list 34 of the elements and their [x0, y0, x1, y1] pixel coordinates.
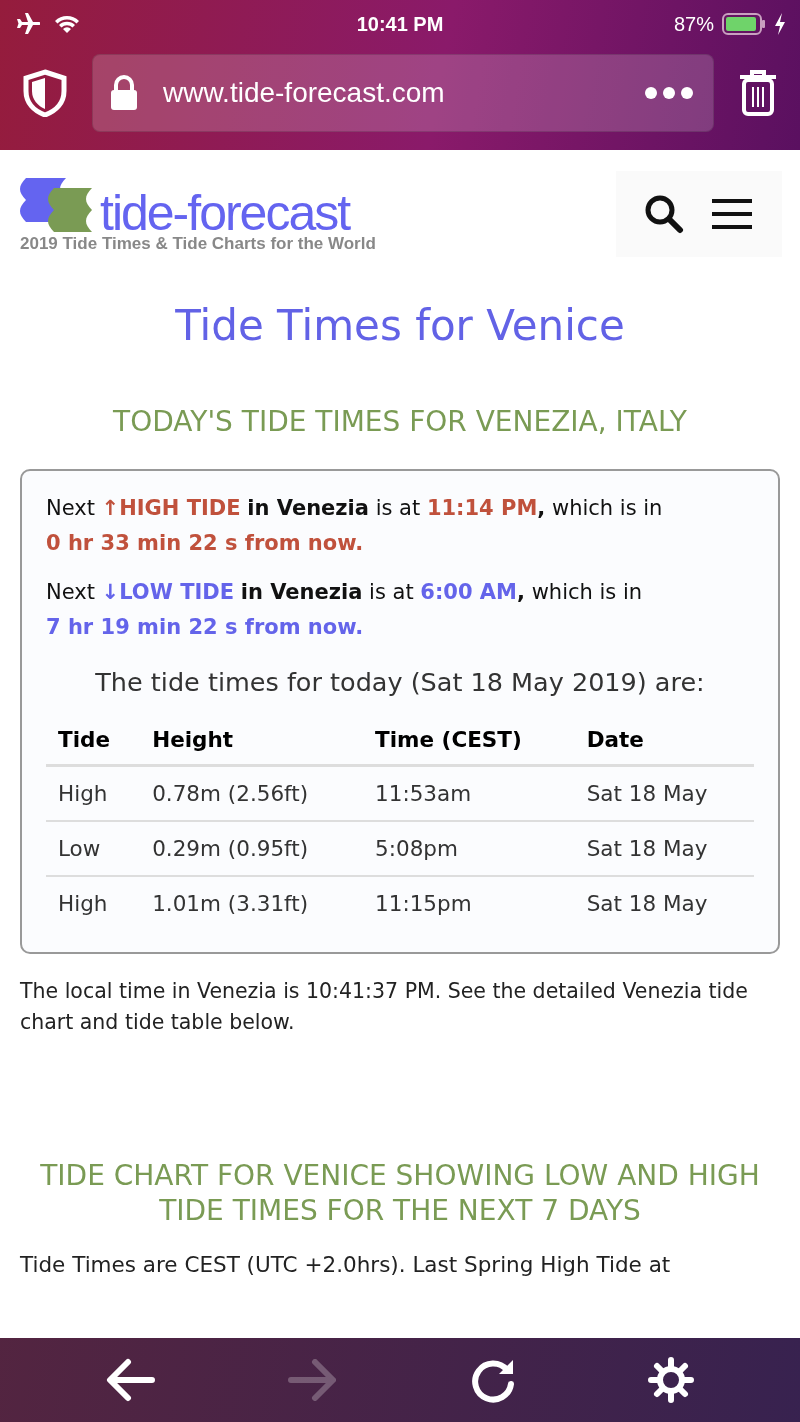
table-cell: Sat 18 May — [574, 876, 754, 930]
battery-icon — [722, 13, 766, 35]
lock-icon — [109, 75, 139, 111]
table-cell: 1.01m (3.31ft) — [140, 876, 364, 930]
next-tide-text: Next ↓LOW TIDE in Venezia is at 6:00 AM, which is in 7 hr 19 min 22 s from now. — [46, 579, 644, 641]
table-cell: 0.78m (2.56ft) — [140, 765, 364, 821]
airplane-icon — [14, 13, 40, 35]
table-cell: High — [46, 876, 141, 930]
table-cell: 11:53am — [363, 765, 575, 821]
column-header: Date — [574, 719, 754, 766]
next-tide-text: Next ↑HIGH TIDE in Venezia is at 11:14 PM, which is in 0 hr 33 min 22 s from now. — [46, 495, 664, 557]
battery-percent: 87% — [673, 12, 714, 36]
table-cell: Sat 18 May — [574, 765, 754, 821]
charging-icon — [774, 13, 786, 35]
url-text: www.tide-forecast.com — [163, 77, 446, 109]
table-cell: Low — [46, 821, 141, 876]
table-cell: Sat 18 May — [574, 821, 754, 876]
spring-tide-text: Tide Times are CEST (UTC +2.0hrs). Last Spring High Tide at — [20, 1251, 672, 1279]
table-cell: 11:15pm — [363, 876, 575, 930]
page-title: Tide Times for Venice — [174, 301, 626, 350]
table-cell: 5:08pm — [363, 821, 575, 876]
address-bar[interactable]: www.tide-forecast.com — [92, 54, 714, 132]
column-header: Height — [140, 719, 364, 766]
table-cell: High — [46, 765, 141, 821]
table-caption: The tide times for today (Sat 18 May 2019) are: — [94, 667, 706, 697]
status-time: 10:41 PM — [356, 12, 444, 36]
column-header: Time (CEST) — [363, 719, 575, 766]
table-cell: 0.29m (0.95ft) — [140, 821, 364, 876]
local-time-text: The local time in Venezia is 10:41:37 PM. See the detailed Venezia tide chart and tide table below. — [20, 978, 749, 1036]
section-heading: TIDE CHART FOR VENICE SHOWING LOW AND HIGH TIDE TIMES FOR THE NEXT 7 DAYS — [39, 1158, 761, 1228]
more-icon[interactable] — [645, 86, 693, 100]
wifi-icon — [54, 14, 80, 34]
section-heading: TODAY'S TIDE TIMES FOR VENEZIA, ITALY — [112, 404, 688, 439]
column-header: Tide — [46, 719, 141, 766]
